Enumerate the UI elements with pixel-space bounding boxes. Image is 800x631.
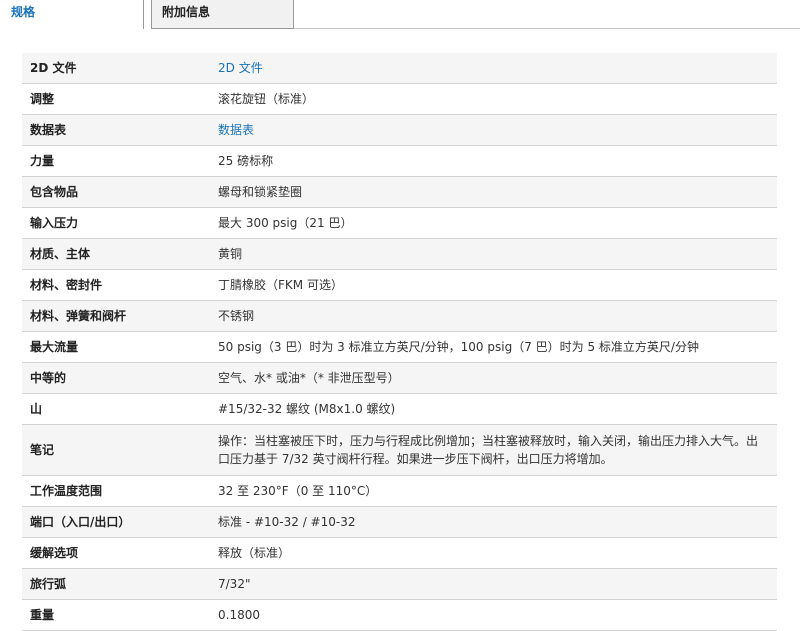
table-row: 旅行弧 7/32" (22, 568, 777, 600)
spec-label: 山 (22, 393, 210, 425)
tab-additional-info-label: 附加信息 (162, 5, 211, 19)
spec-value: 标准 - #10-32 / #10-32 (210, 506, 777, 538)
tab-bar: 规格 附加信息 (0, 0, 800, 29)
spec-label: 调整 (22, 83, 210, 115)
tab-bar-divider (294, 28, 800, 29)
spec-label: 重量 (22, 599, 210, 631)
spec-label: 材料、弹簧和阀杆 (22, 300, 210, 332)
spec-label: 最大流量 (22, 331, 210, 363)
table-row: 最大流量 50 psig（3 巴）时为 3 标准立方英尺/分钟，100 psig… (22, 331, 777, 363)
spec-value: 最大 300 psig（21 巴） (210, 207, 777, 239)
table-row: 材料、密封件 丁腈橡胶（FKM 可选） (22, 269, 777, 301)
spec-value: 数据表 (210, 114, 777, 146)
table-row: 重量 0.1800 (22, 599, 777, 631)
spec-label: 数据表 (22, 114, 210, 146)
spec-label: 旅行弧 (22, 568, 210, 600)
table-row: 缓解选项 释放（标准） (22, 537, 777, 569)
table-row: 山 #15/32-32 螺纹 (M8x1.0 螺纹) (22, 393, 777, 425)
spec-value: 0.1800 (210, 599, 777, 631)
table-row: 材料、弹簧和阀杆 不锈钢 (22, 300, 777, 332)
spec-value: 丁腈橡胶（FKM 可选） (210, 269, 777, 301)
spec-label: 缓解选项 (22, 537, 210, 569)
spec-value: 25 磅标称 (210, 145, 777, 177)
table-row: 包含物品 螺母和锁紧垫圈 (22, 176, 777, 208)
tab-specifications-label: 规格 (11, 5, 36, 19)
table-row: 工作温度范围 32 至 230°F（0 至 110°C） (22, 475, 777, 507)
spec-value: 滚花旋钮（标准） (210, 83, 777, 115)
spec-label: 中等的 (22, 362, 210, 394)
spec-value: 7/32" (210, 568, 777, 600)
table-row: 材质、主体 黄铜 (22, 238, 777, 270)
table-row: 中等的 空气、水* 或油*（* 非泄压型号） (22, 362, 777, 394)
spec-value: 黄铜 (210, 238, 777, 270)
spec-value: 操作：当柱塞被压下时，压力与行程成比例增加；当柱塞被释放时，输入关闭，输出压力排… (210, 424, 777, 476)
spec-label: 力量 (22, 145, 210, 177)
spec-value: 释放（标准） (210, 537, 777, 569)
table-row: 数据表 数据表 (22, 114, 777, 146)
table-row: 调整 滚花旋钮（标准） (22, 83, 777, 115)
spec-label: 材质、主体 (22, 238, 210, 270)
table-row: 2D 文件 2D 文件 (22, 53, 777, 84)
spec-value: 空气、水* 或油*（* 非泄压型号） (210, 362, 777, 394)
spec-label: 端口（入口/出口） (22, 506, 210, 538)
spec-value: 螺母和锁紧垫圈 (210, 176, 777, 208)
table-row: 力量 25 磅标称 (22, 145, 777, 177)
spec-value: 50 psig（3 巴）时为 3 标准立方英尺/分钟，100 psig（7 巴）… (210, 331, 777, 363)
datasheet-link[interactable]: 数据表 (218, 123, 254, 137)
spec-value: 2D 文件 (210, 53, 777, 84)
spec-label: 2D 文件 (22, 53, 210, 84)
spec-value: 32 至 230°F（0 至 110°C） (210, 475, 777, 507)
spec-value: 不锈钢 (210, 300, 777, 332)
2d-file-link[interactable]: 2D 文件 (218, 61, 263, 75)
tab-additional-info[interactable]: 附加信息 (151, 0, 294, 29)
spec-label: 材料、密封件 (22, 269, 210, 301)
spec-label: 输入压力 (22, 207, 210, 239)
spec-label: 工作温度范围 (22, 475, 210, 507)
table-row: 端口（入口/出口） 标准 - #10-32 / #10-32 (22, 506, 777, 538)
table-row: 输入压力 最大 300 psig（21 巴） (22, 207, 777, 239)
specifications-table: 2D 文件 2D 文件 调整 滚花旋钮（标准） 数据表 数据表 力量 25 磅标… (22, 53, 777, 631)
spec-label: 包含物品 (22, 176, 210, 208)
spec-label: 笔记 (22, 424, 210, 476)
tab-specifications[interactable]: 规格 (8, 0, 144, 29)
table-row: 笔记 操作：当柱塞被压下时，压力与行程成比例增加；当柱塞被释放时，输入关闭，输出… (22, 424, 777, 476)
spec-value: #15/32-32 螺纹 (M8x1.0 螺纹) (210, 393, 777, 425)
